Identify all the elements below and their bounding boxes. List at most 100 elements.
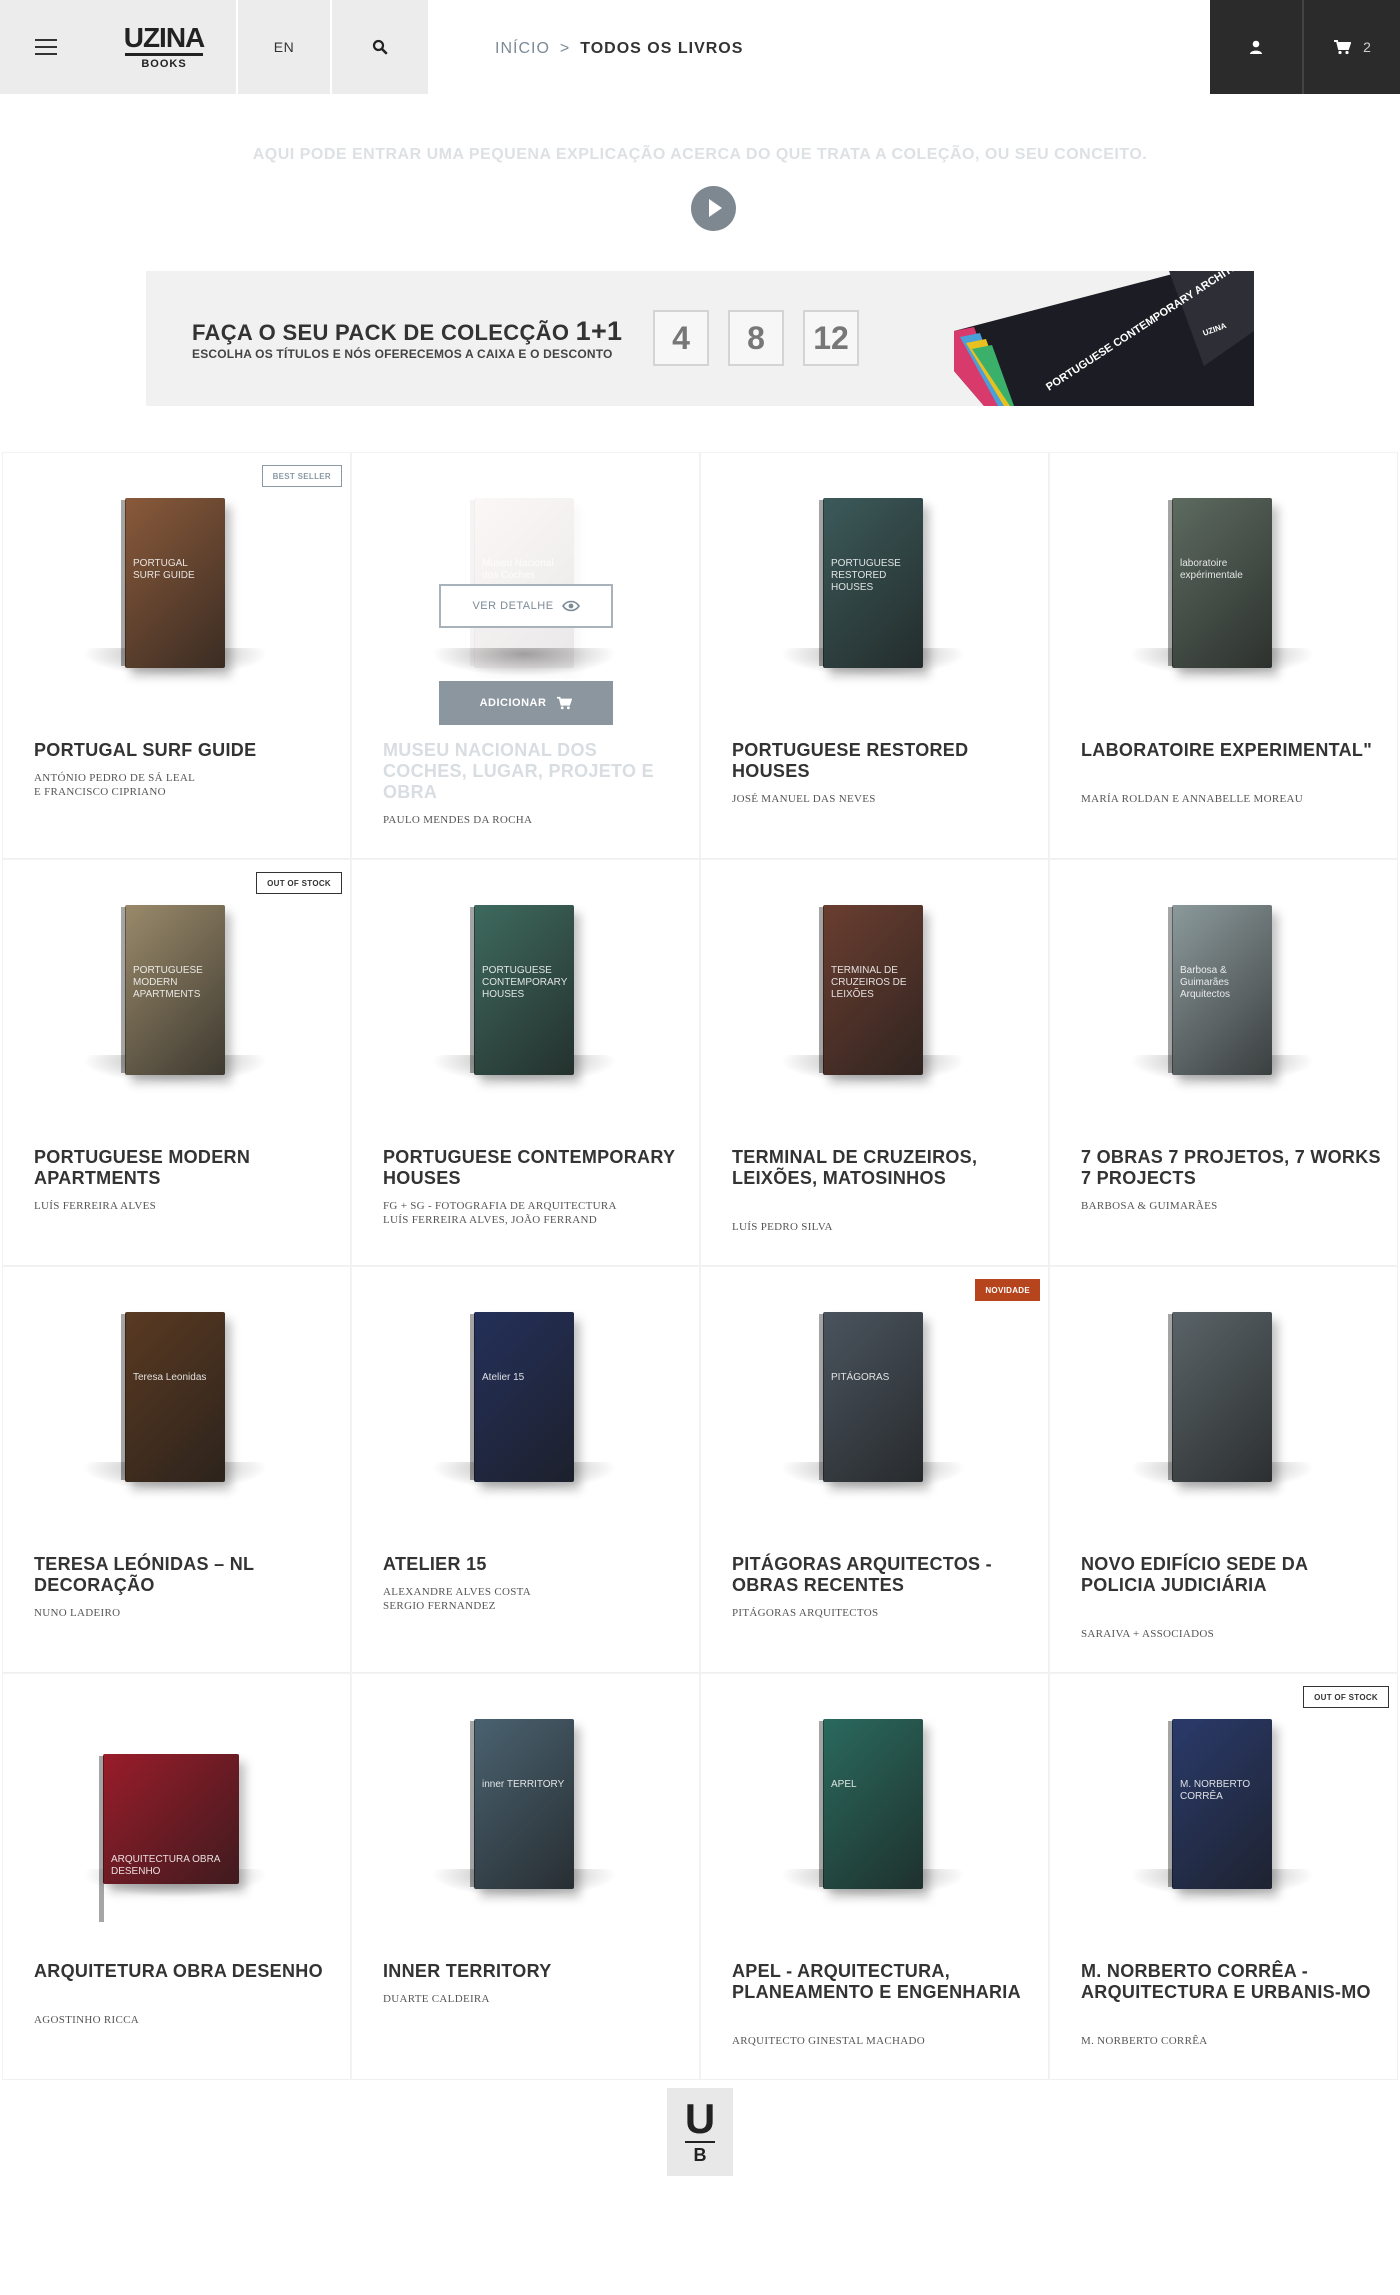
breadcrumb-current: TODOS OS LIVROS xyxy=(580,40,744,57)
book-cover[interactable]: laboratoire expérimentale xyxy=(1168,498,1272,668)
book-cover[interactable]: PORTUGAL SURF GUIDE xyxy=(121,498,225,668)
book-author: BARBOSA & GUIMARÃES xyxy=(1081,1200,1218,1212)
book-title[interactable]: ARQUITETURA OBRA DESENHO xyxy=(34,1961,334,1982)
book-cover-text: PITÁGORAS xyxy=(831,1372,890,1383)
site-logo[interactable]: UZINA BOOKS xyxy=(92,0,236,94)
add-to-cart-button[interactable]: ADICIONAR xyxy=(439,681,613,725)
book-card[interactable]: laboratoire expérimentale LABORATOIRE EXP… xyxy=(1049,452,1398,859)
book-cover[interactable]: PORTUGUESE MODERN APARTMENTS xyxy=(121,905,225,1075)
book-title[interactable]: PORTUGUESE CONTEMPORARY HOUSES xyxy=(383,1147,683,1189)
collection-pack-banner[interactable]: FAÇA O SEU PACK DE COLECÇÃO 1+1 ESCOLHA … xyxy=(146,271,1254,406)
pack-option-4[interactable]: 4 xyxy=(653,310,709,366)
book-author: JOSÉ MANUEL DAS NEVES xyxy=(732,793,876,805)
book-cover-text: laboratoire expérimentale xyxy=(1180,558,1243,581)
book-grid: BEST SELLER PORTUGAL SURF GUIDE PORTUGAL S… xyxy=(2,452,1400,2080)
book-card[interactable]: NOVIDADE PITÁGORAS PITÁGORAS ARQUITECTOS -… xyxy=(700,1266,1049,1673)
book-author: PITÁGORAS ARQUITECTOS xyxy=(732,1607,879,1619)
book-card[interactable]: PORTUGUESE CONTEMPORARY HOUSES PORTUGUESE… xyxy=(351,859,700,1266)
book-cover[interactable]: APEL xyxy=(819,1719,923,1889)
book-cover[interactable]: PORTUGUESE RESTORED HOUSES xyxy=(819,498,923,668)
book-cover[interactable]: Atelier 15 xyxy=(470,1312,574,1482)
book-cover[interactable]: Barbosa & Guimarães Arquitectos xyxy=(1168,905,1272,1075)
footer-logo-bar xyxy=(685,2141,715,2143)
language-switch[interactable]: EN xyxy=(238,0,330,94)
book-title[interactable]: PORTUGUESE RESTORED HOUSES xyxy=(732,740,1032,782)
book-card[interactable]: Barbosa & Guimarães Arquitectos 7 OBRAS 7… xyxy=(1049,859,1398,1266)
book-cover-text: M. NORBERTO CORRÊA xyxy=(1180,1779,1251,1802)
cart-button[interactable]: 2 xyxy=(1304,0,1400,94)
view-detail-button[interactable]: VER DETALHE xyxy=(439,584,613,628)
book-card[interactable]: OUT OF STOCK PORTUGUESE MODERN APARTMENTS… xyxy=(2,859,351,1266)
book-cover-text: Teresa Leonidas xyxy=(133,1372,207,1383)
banner-title-text: FAÇA O SEU PACK DE COLECÇÃO xyxy=(192,320,570,345)
book-author: AGOSTINHO RICCA xyxy=(34,2014,140,2026)
pack-option-8[interactable]: 8 xyxy=(728,310,784,366)
book-title[interactable]: TERMINAL DE CRUZEIROS, LEIXÕES, MATOSINH… xyxy=(732,1147,1032,1189)
book-cover-text: Museu Nacional dos Coches xyxy=(482,558,554,581)
book-cover[interactable]: inner TERRITORY xyxy=(470,1719,574,1889)
book-title[interactable]: TERESA LEÓNIDAS – NL DECORAÇÃO xyxy=(34,1554,334,1596)
book-cover-text: PORTUGUESE CONTEMPORARY HOUSES xyxy=(482,965,568,1000)
book-title[interactable]: ATELIER 15 xyxy=(383,1554,683,1575)
book-card[interactable]: OUT OF STOCK M. NORBERTO CORRÊA M. NORBERT… xyxy=(1049,1673,1398,2080)
book-badge: BEST SELLER xyxy=(261,465,342,487)
search-icon xyxy=(372,39,388,55)
pack-option-12[interactable]: 12 xyxy=(803,310,859,366)
eye-icon xyxy=(561,600,580,612)
book-author: E FRANCISCO CIPRIANO xyxy=(34,786,166,798)
book-cover[interactable]: TERMINAL DE CRUZEIROS DE LEIXÕES xyxy=(819,905,923,1075)
book-card[interactable]: NOVO EDIFÍCIO SEDE DA POLICIA JUDICIÁRIA… xyxy=(1049,1266,1398,1673)
book-title[interactable]: MUSEU NACIONAL DOS COCHES, LUGAR, PROJET… xyxy=(383,740,683,803)
account-button[interactable] xyxy=(1210,0,1302,94)
book-title[interactable]: M. NORBERTO CORRÊA - ARQUITECTURA E URBA… xyxy=(1081,1961,1381,2003)
book-card[interactable]: APEL APEL - ARQUITECTURA, PLANEAMENTO E E… xyxy=(700,1673,1049,2080)
book-title[interactable]: PORTUGUESE MODERN APARTMENTS xyxy=(34,1147,334,1189)
breadcrumb-separator: > xyxy=(559,40,571,57)
cart-count: 2 xyxy=(1363,39,1371,55)
book-cover[interactable]: PORTUGUESE CONTEMPORARY HOUSES xyxy=(470,905,574,1075)
book-title[interactable]: LABORATOIRE EXPERIMENTAL" xyxy=(1081,740,1381,761)
book-card[interactable]: Atelier 15 ATELIER 15 ALEXANDRE ALVES COST… xyxy=(351,1266,700,1673)
collection-intro-text: AQUI PODE ENTRAR UMA PEQUENA EXPLICAÇÃO … xyxy=(252,146,1148,163)
book-author: PAULO MENDES DA ROCHA xyxy=(383,814,533,826)
play-video-button[interactable] xyxy=(691,186,736,231)
book-author: ALEXANDRE ALVES COSTA xyxy=(383,1586,532,1598)
book-title[interactable]: PORTUGAL SURF GUIDE xyxy=(34,740,334,761)
banner-title-suffix: 1+1 xyxy=(575,316,623,346)
book-author: LUÍS FERREIRA ALVES xyxy=(34,1200,157,1212)
book-cover-text: ARQUITECTURA OBRA DESENHO xyxy=(111,1854,220,1877)
book-card[interactable]: Teresa Leonidas TERESA LEÓNIDAS – NL DECO… xyxy=(2,1266,351,1673)
footer-logo[interactable]: U B xyxy=(667,2088,733,2176)
book-title[interactable]: INNER TERRITORY xyxy=(383,1961,683,1982)
book-author: ARQUITECTO GINESTAL MACHADO xyxy=(732,2035,925,2047)
book-cover-text: inner TERRITORY xyxy=(482,1779,565,1790)
banner-subtitle: ESCOLHA OS TÍTULOS E NÓS OFERECEMOS A CA… xyxy=(192,347,613,361)
book-cover[interactable]: PITÁGORAS xyxy=(819,1312,923,1482)
breadcrumb-home-link[interactable]: INÍCIO xyxy=(495,40,550,58)
book-title[interactable]: 7 OBRAS 7 PROJETOS, 7 WORKS 7 PROJECTS xyxy=(1081,1147,1381,1189)
book-title[interactable]: APEL - ARQUITECTURA, PLANEAMENTO E ENGEN… xyxy=(732,1961,1032,2003)
menu-button[interactable] xyxy=(0,0,92,94)
book-author: SARAIVA + ASSOCIADOS xyxy=(1081,1628,1215,1640)
book-cover[interactable]: ARQUITECTURA OBRA DESENHO xyxy=(99,1754,239,1922)
book-title[interactable]: PITÁGORAS ARQUITECTOS - OBRAS RECENTES xyxy=(732,1554,1032,1596)
book-cover-text: PORTUGUESE RESTORED HOUSES xyxy=(831,558,901,593)
book-badge: OUT OF STOCK xyxy=(256,872,342,894)
book-card[interactable]: PORTUGUESE RESTORED HOUSES PORTUGUESE RES… xyxy=(700,452,1049,859)
book-card[interactable]: Museu Nacional dos Coches MUSEU NACIONAL … xyxy=(351,452,700,859)
footer-logo-b: B xyxy=(693,2145,707,2165)
logo-wordmark: UZINA xyxy=(123,22,206,53)
book-title[interactable]: NOVO EDIFÍCIO SEDE DA POLICIA JUDICIÁRIA xyxy=(1081,1554,1381,1596)
book-cover-text: PORTUGAL SURF GUIDE xyxy=(133,558,195,581)
book-cover[interactable]: Teresa Leonidas xyxy=(121,1312,225,1482)
book-cover-text: TERMINAL DE CRUZEIROS DE LEIXÕES xyxy=(831,965,907,1000)
book-card[interactable]: TERMINAL DE CRUZEIROS DE LEIXÕES TERMINAL… xyxy=(700,859,1049,1266)
book-card[interactable]: inner TERRITORY INNER TERRITORY DUARTE CAL… xyxy=(351,1673,700,2080)
book-cover[interactable]: M. NORBERTO CORRÊA xyxy=(1168,1719,1272,1889)
book-card[interactable]: BEST SELLER PORTUGAL SURF GUIDE PORTUGAL S… xyxy=(2,452,351,859)
book-author: MARÍA ROLDAN E ANNABELLE MOREAU xyxy=(1081,793,1303,805)
book-card[interactable]: ARQUITECTURA OBRA DESENHO ARQUITETURA OBR… xyxy=(2,1673,351,2080)
book-cover[interactable]: Museu Nacional dos Coches xyxy=(470,498,574,668)
book-cover[interactable] xyxy=(1168,1312,1272,1482)
search-button[interactable] xyxy=(332,0,428,94)
